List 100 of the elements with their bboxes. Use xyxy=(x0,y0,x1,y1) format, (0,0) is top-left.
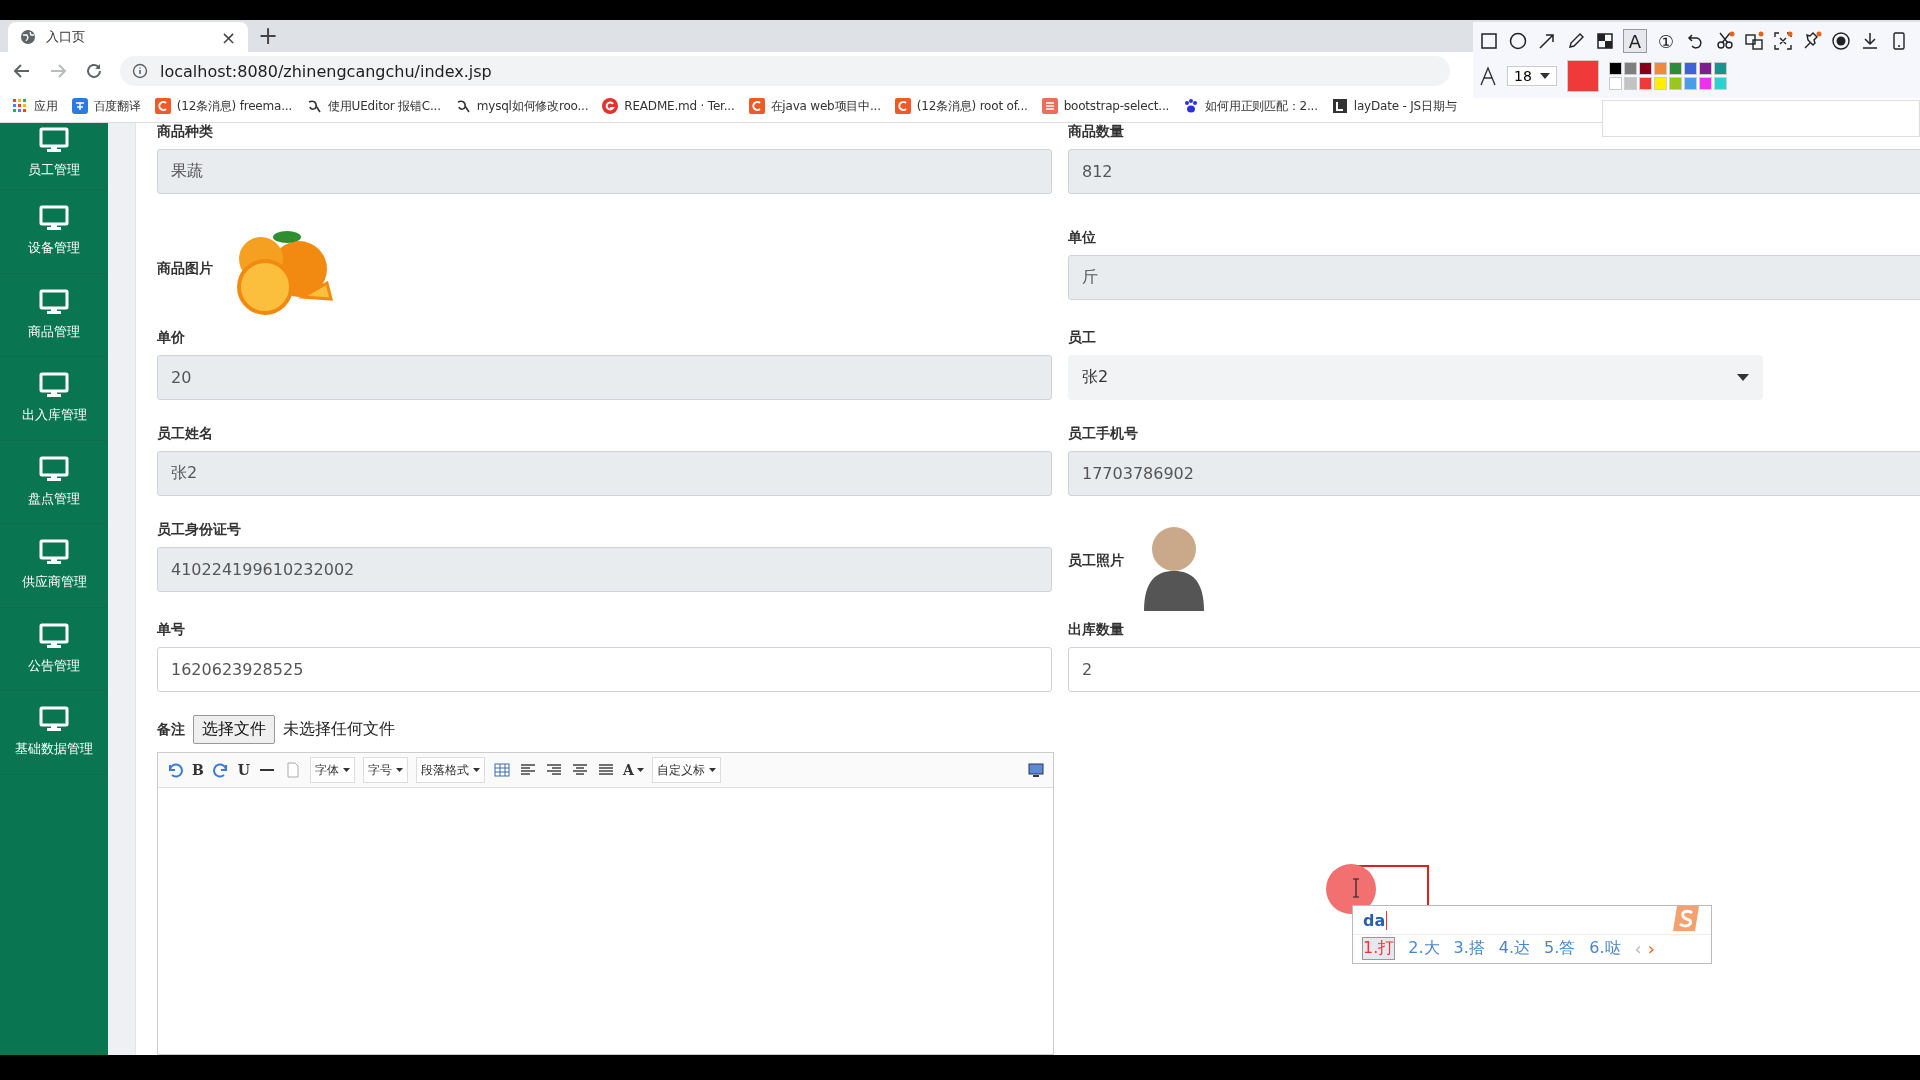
color-swatch[interactable] xyxy=(1653,62,1667,75)
field-label: 商品种类 xyxy=(157,123,214,141)
info-icon xyxy=(132,63,148,79)
bookmark-icon xyxy=(748,98,765,114)
pencil-icon[interactable] xyxy=(1566,31,1586,51)
bookmark-link[interactable]: 如何用正则匹配：2... xyxy=(1183,97,1318,115)
new-tab-button[interactable]: + xyxy=(258,22,279,50)
mosaic-icon[interactable] xyxy=(1595,31,1615,51)
ime-candidate[interactable]: 2.大 xyxy=(1408,938,1440,959)
color-swatch[interactable] xyxy=(1608,77,1622,90)
color-swatch[interactable] xyxy=(1713,62,1727,75)
bookmark-link[interactable]: 使用UEditor 报错C... xyxy=(306,97,441,115)
translate-icon[interactable] xyxy=(1744,31,1764,51)
color-swatch[interactable] xyxy=(1683,62,1697,75)
bookmark-icon xyxy=(602,98,619,114)
bookmark-link[interactable]: 百度翻译 xyxy=(71,97,141,115)
browser-tab[interactable]: 入口页 × xyxy=(8,22,248,52)
color-swatch[interactable] xyxy=(1623,62,1637,75)
bookmark-link[interactable]: 应用 xyxy=(12,97,58,115)
field-label: 商品图片 xyxy=(157,260,213,278)
monitor-icon[interactable] xyxy=(1027,761,1045,779)
monitor-icon xyxy=(39,288,69,315)
bookmark-link[interactable]: (12条消息) freema... xyxy=(154,97,292,115)
book-icon xyxy=(1331,98,1348,114)
color-swatch[interactable] xyxy=(1668,62,1682,75)
monitor-icon xyxy=(39,706,69,733)
tool-button[interactable]: A xyxy=(1624,30,1646,52)
employee-select[interactable]: 张2 xyxy=(1068,355,1763,400)
input-field[interactable]: 2 xyxy=(1068,647,1920,692)
input-field: 斤 xyxy=(1068,255,1920,300)
color-swatch[interactable] xyxy=(1698,77,1712,90)
paw-icon xyxy=(1183,98,1200,114)
record-icon[interactable] xyxy=(1831,31,1851,51)
color-swatch[interactable] xyxy=(1698,62,1712,75)
bookmark-link[interactable]: README.md · Ter... xyxy=(602,98,735,114)
monitor-icon xyxy=(39,372,69,399)
input-field: 张2 xyxy=(157,451,1052,496)
close-tab-button[interactable]: × xyxy=(220,26,236,48)
scissors-icon[interactable] xyxy=(1715,31,1735,51)
current-color-swatch[interactable] xyxy=(1566,60,1599,92)
format-button[interactable]: U xyxy=(237,762,251,778)
bookmark-link[interactable]: (12条消息) root of... xyxy=(894,97,1028,115)
font-color-button[interactable]: A xyxy=(623,762,644,778)
download-icon[interactable] xyxy=(1860,31,1880,51)
color-swatch[interactable] xyxy=(1653,77,1667,90)
pin-icon[interactable] xyxy=(1802,31,1822,51)
arrow-icon[interactable] xyxy=(1537,31,1557,51)
color-swatch[interactable] xyxy=(1713,77,1727,90)
color-swatch[interactable] xyxy=(1623,77,1637,90)
field-label: 员工 xyxy=(1068,329,1097,347)
monitor-icon xyxy=(39,205,69,232)
circle-icon[interactable] xyxy=(1508,31,1528,51)
choose-file-button[interactable]: 选择文件 xyxy=(193,715,275,744)
toolbar-dropdown[interactable]: 段落格式 xyxy=(416,757,486,783)
redo-icon[interactable] xyxy=(211,761,230,779)
input-field: 410224199610232002 xyxy=(157,547,1052,592)
monitor-icon xyxy=(39,455,69,482)
font-size-select[interactable]: 18 xyxy=(1507,66,1557,86)
table-icon[interactable] xyxy=(493,761,512,779)
field-label: 员工身份证号 xyxy=(157,521,242,539)
bookmark-link[interactable]: layDate - JS日期与 xyxy=(1331,97,1457,115)
rectangle-icon[interactable] xyxy=(1479,31,1499,51)
input-field[interactable]: 1620623928525 xyxy=(157,647,1052,692)
bookmark-link[interactable]: mysql如何修改roo... xyxy=(454,97,589,115)
color-swatch[interactable] xyxy=(1668,77,1682,90)
toolbar-dropdown[interactable]: 字号 xyxy=(363,757,409,783)
caret-icon xyxy=(708,768,716,772)
input-field: 20 xyxy=(157,355,1052,400)
ime-candidate[interactable]: 4.达 xyxy=(1498,938,1531,959)
address-bar[interactable]: localhost:8080/zhinengcangchu/index.jsp xyxy=(120,56,1450,86)
input-field: 果蔬 xyxy=(157,149,1052,194)
color-swatch[interactable] xyxy=(1608,62,1622,75)
bookmark-link[interactable]: bootstrap-select... xyxy=(1041,98,1170,114)
field-label: 单价 xyxy=(157,329,186,347)
scan-icon[interactable] xyxy=(1773,31,1793,51)
globe-icon xyxy=(20,29,36,45)
ime-candidate[interactable]: 3.搭 xyxy=(1453,938,1485,959)
toolbar-dropdown[interactable]: 字体 xyxy=(310,757,356,783)
input-field: 812 xyxy=(1068,149,1920,194)
field-label: 出库数量 xyxy=(1068,621,1125,639)
ime-candidate[interactable]: 5.答 xyxy=(1544,938,1576,959)
bookmark-icon xyxy=(1041,98,1058,114)
color-swatch[interactable] xyxy=(1638,62,1652,75)
file-status: 未选择任何文件 xyxy=(283,719,395,740)
tool-button[interactable]: ① xyxy=(1655,30,1677,52)
monitor-icon xyxy=(39,127,69,153)
toolbar-dropdown[interactable]: 自定义标 xyxy=(651,757,721,783)
reload-icon[interactable] xyxy=(84,61,104,81)
bookmark-link[interactable]: 在java web项目中... xyxy=(748,97,881,115)
translate-icon xyxy=(71,98,88,114)
color-swatch[interactable] xyxy=(1683,77,1697,90)
field-label: 单位 xyxy=(1068,229,1097,247)
ime-candidate[interactable]: 6.哒 xyxy=(1589,938,1621,959)
hook-icon xyxy=(306,98,322,114)
text-size-icon xyxy=(1479,66,1497,86)
color-swatch[interactable] xyxy=(1638,77,1652,90)
caret-icon xyxy=(1737,373,1749,382)
format-button[interactable]: B xyxy=(192,762,204,778)
text-cursor-icon xyxy=(1352,878,1360,898)
bookmark-icon xyxy=(154,98,171,114)
